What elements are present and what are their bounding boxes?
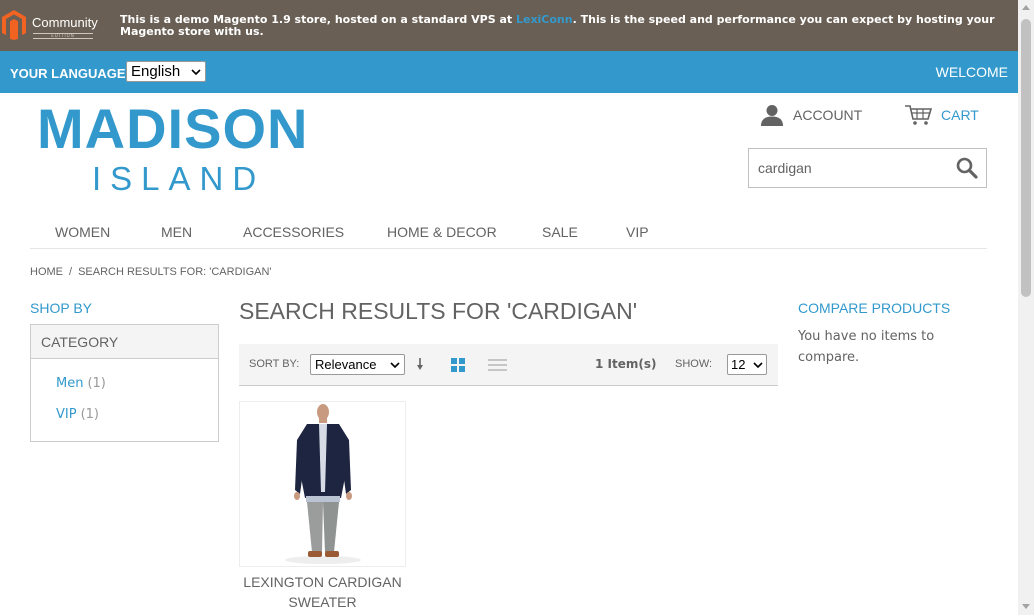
results-toolbar: SORT BY: Relevance 1 Item(s) SHOW: 12 [239, 344, 778, 386]
compare-empty-message: You have no items to compare. [798, 329, 935, 365]
cart-icon [905, 105, 933, 125]
nav-item-accessories[interactable]: ACCESSORIES [243, 224, 344, 240]
product-photo [240, 402, 405, 566]
product-name[interactable]: LEXINGTON CARDIGAN SWEATER [239, 572, 406, 612]
cart-link[interactable]: CART [904, 103, 979, 127]
language-bar: YOUR LANGUAGE: English WELCOME [0, 51, 1018, 93]
community-brand: Community [32, 15, 98, 30]
category-filter: CATEGORY Men (1) VIP (1) [30, 324, 219, 442]
site-logo-title[interactable]: MADISON [37, 96, 308, 161]
sort-by-label: SORT BY: [249, 358, 300, 370]
select-caret-icon [753, 362, 763, 369]
vertical-scrollbar[interactable] [1018, 0, 1034, 615]
demo-notice-bar: Community EDITION This is a demo Magento… [0, 0, 1018, 51]
show-label: SHOW: [675, 358, 713, 370]
breadcrumb-separator: / [69, 266, 73, 278]
category-name: Men [56, 376, 84, 391]
search-icon[interactable] [956, 157, 978, 179]
sort-direction-icon[interactable] [415, 357, 425, 371]
account-icon [761, 105, 783, 126]
search-input[interactable]: cardigan [748, 148, 987, 188]
category-filter-title: CATEGORY [31, 325, 218, 359]
sort-by-select[interactable]: Relevance [310, 354, 405, 375]
search-input-value: cardigan [758, 160, 812, 176]
magento-logo-icon [2, 10, 26, 40]
lexiconn-link[interactable]: LexiConn [516, 13, 573, 26]
select-caret-icon [390, 362, 400, 369]
scroll-down-arrow-icon[interactable] [1022, 604, 1030, 609]
nav-item-women[interactable]: WOMEN [55, 224, 110, 240]
show-per-page-select[interactable]: 12 [727, 354, 767, 375]
breadcrumb-home[interactable]: HOME [30, 266, 63, 278]
nav-item-men[interactable]: MEN [161, 224, 192, 240]
nav-item-home-decor[interactable]: HOME & DECOR [387, 224, 497, 240]
select-caret-icon [191, 69, 201, 76]
account-link[interactable]: ACCOUNT [760, 103, 862, 127]
language-label: YOUR LANGUAGE: [10, 66, 130, 81]
demo-notice-text: This is a demo Magento 1.9 store, hosted… [120, 13, 995, 38]
nav-item-vip[interactable]: VIP [626, 224, 649, 240]
page-title: SEARCH RESULTS FOR 'CARDIGAN' [239, 298, 638, 324]
product-image[interactable] [239, 401, 406, 567]
main-navigation: WOMEN MEN ACCESSORIES HOME & DECOR SALE … [30, 224, 987, 249]
item-count: 1 Item(s) [595, 357, 657, 371]
account-label: ACCOUNT [793, 107, 863, 123]
site-logo-subtitle[interactable]: ISLAND [92, 160, 265, 198]
breadcrumb-current: SEARCH RESULTS FOR: 'CARDIGAN' [78, 266, 272, 278]
language-select[interactable]: English [126, 61, 206, 82]
edition-mark: EDITION [33, 33, 93, 39]
scroll-up-arrow-icon[interactable] [1022, 5, 1030, 10]
category-filter-item[interactable]: VIP (1) [56, 407, 99, 422]
cart-label: CART [941, 107, 979, 123]
grid-view-icon[interactable] [451, 358, 465, 372]
category-count: (1) [87, 376, 106, 391]
category-filter-item[interactable]: Men (1) [56, 376, 106, 391]
compare-products-heading: COMPARE PRODUCTS [798, 300, 951, 316]
breadcrumb: HOME / SEARCH RESULTS FOR: 'CARDIGAN' [30, 266, 272, 278]
shop-by-heading: SHOP BY [30, 300, 92, 316]
category-name: VIP [56, 407, 77, 422]
category-count: (1) [80, 407, 99, 422]
scrollbar-thumb[interactable] [1021, 19, 1031, 297]
list-view-icon[interactable] [488, 358, 507, 372]
nav-item-sale[interactable]: SALE [542, 224, 578, 240]
welcome-message: WELCOME [935, 64, 1008, 80]
